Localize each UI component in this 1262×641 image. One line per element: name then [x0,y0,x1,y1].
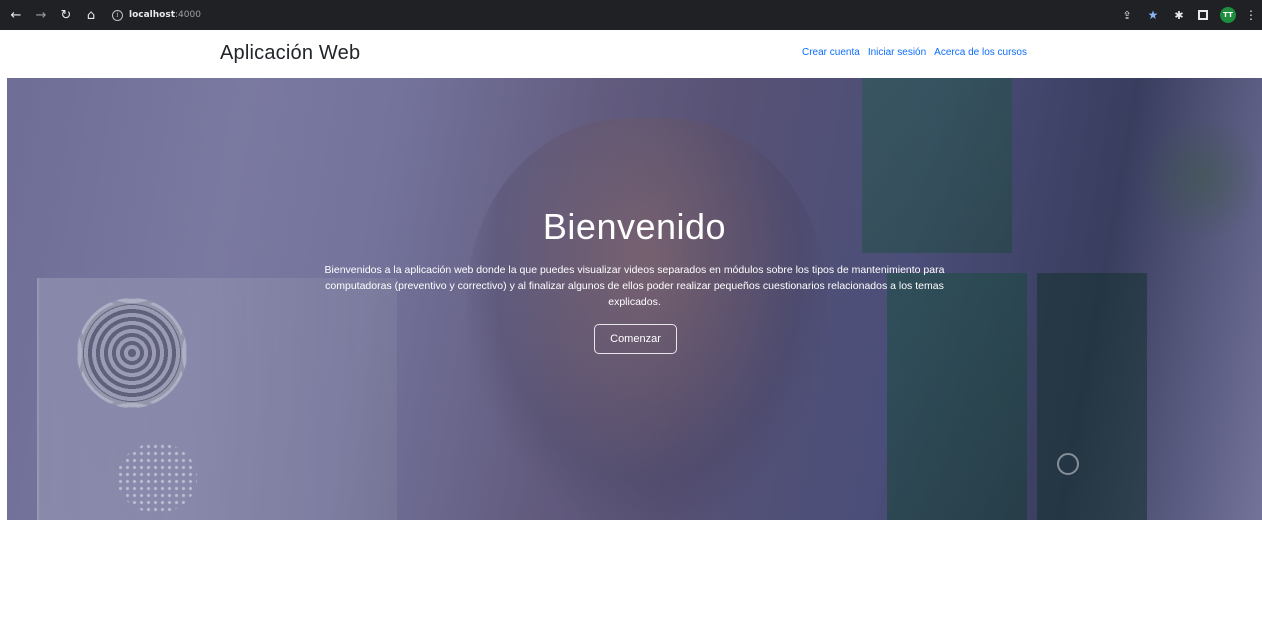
person-image [467,118,827,520]
reload-icon[interactable]: ↻ [57,6,75,24]
url-port: :4000 [175,10,201,20]
page: Aplicación Web Crear cuenta Iniciar sesi… [0,30,1262,641]
fan-image [77,298,187,408]
forward-arrow-icon[interactable]: → [32,6,50,24]
hero-title: Bienvenido [542,206,727,247]
share-icon[interactable]: ⇪ [1120,8,1134,22]
extensions-puzzle-icon[interactable]: ✱ [1172,8,1186,22]
browser-actions: ⇪ ★ ✱ TT ⋮ [1120,0,1257,30]
nav-links: Crear cuenta Iniciar sesión Acerca de lo… [802,47,1027,58]
nav-link-acerca-cursos[interactable]: Acerca de los cursos [934,47,1027,58]
bookmark-star-icon[interactable]: ★ [1146,8,1160,22]
more-menu-icon[interactable]: ⋮ [1245,8,1257,22]
hero-description: Bienvenidos a la aplicación web donde la… [324,264,945,308]
motherboard-image [887,273,1027,520]
comenzar-button[interactable]: Comenzar [594,324,677,354]
nav-link-crear-cuenta[interactable]: Crear cuenta [802,47,860,58]
url-host: localhost [129,10,176,20]
side-panel-icon[interactable] [1198,10,1208,20]
nav-link-iniciar-sesion[interactable]: Iniciar sesión [868,47,926,58]
brand-title[interactable]: Aplicación Web [220,42,360,65]
profile-avatar-icon[interactable]: TT [1220,7,1236,23]
info-icon[interactable]: i [112,9,123,21]
motherboard-image [1037,273,1147,520]
home-icon[interactable]: ⌂ [82,6,100,24]
grill-image [117,443,197,513]
back-arrow-icon[interactable]: ← [7,6,25,24]
hero-banner: Bienvenido Bienvenidos a la aplicación w… [7,78,1262,520]
navbar: Aplicación Web Crear cuenta Iniciar sesi… [0,30,1262,78]
ring-image [1057,453,1079,475]
address-bar[interactable]: i localhost:4000 [112,9,201,21]
browser-toolbar: ← → ↻ ⌂ i localhost:4000 ⇪ ★ ✱ TT ⋮ [0,0,1262,30]
